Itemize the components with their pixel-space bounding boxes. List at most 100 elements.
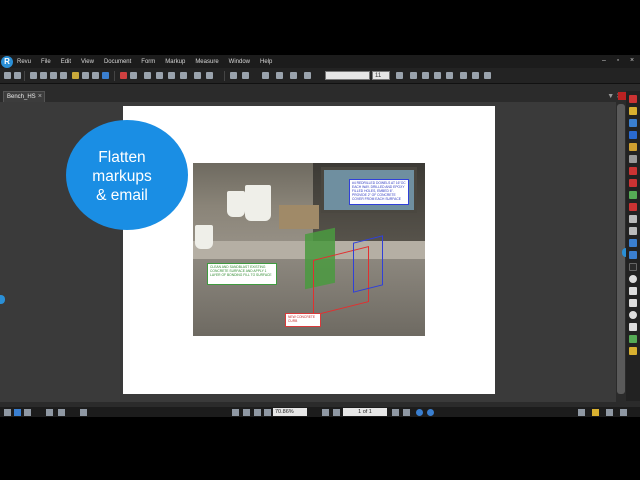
single-page-icon[interactable] xyxy=(4,409,11,416)
opacity-icon[interactable] xyxy=(180,72,187,79)
delete-icon[interactable] xyxy=(60,72,67,79)
align-left-icon[interactable] xyxy=(230,72,237,79)
font-family-select[interactable] xyxy=(325,71,370,80)
tab-close-icon[interactable]: × xyxy=(38,92,42,102)
copy-icon[interactable] xyxy=(40,72,47,79)
tab-bench-hs[interactable]: Bench_HS × xyxy=(3,91,45,102)
cloud-icon[interactable] xyxy=(629,179,637,187)
text-align-icon[interactable] xyxy=(290,72,297,79)
highlight-icon[interactable] xyxy=(72,72,79,79)
arrow-style-icon[interactable] xyxy=(242,72,249,79)
left-panel-toggle[interactable] xyxy=(0,295,5,304)
panel-icon[interactable] xyxy=(620,409,627,416)
pan-hand-icon[interactable] xyxy=(232,409,239,416)
two-page-icon[interactable] xyxy=(24,409,31,416)
hexagon-icon[interactable] xyxy=(629,323,637,331)
redo-icon[interactable] xyxy=(14,72,21,79)
callout-icon[interactable] xyxy=(629,215,637,223)
textbox-icon[interactable] xyxy=(629,227,637,235)
select-icon[interactable] xyxy=(102,72,109,79)
menu-window[interactable]: Window xyxy=(229,59,250,65)
continuous-page-icon[interactable] xyxy=(14,409,21,416)
snapshot-icon[interactable] xyxy=(92,72,99,79)
sync-icon[interactable] xyxy=(80,409,87,416)
zoom-level-field[interactable]: 70.86% xyxy=(273,408,307,416)
cut-icon[interactable] xyxy=(30,72,37,79)
line-end-icon[interactable] xyxy=(206,72,213,79)
callout-curb[interactable]: NEW CONCRETE CURB xyxy=(285,313,321,327)
dowel-markup[interactable] xyxy=(353,235,383,293)
pdf-icon[interactable] xyxy=(120,72,127,79)
text-center-icon[interactable] xyxy=(472,72,479,79)
user-icon[interactable] xyxy=(578,409,585,416)
text-left-icon[interactable] xyxy=(460,72,467,79)
text-color-icon[interactable] xyxy=(396,72,403,79)
menu-help[interactable]: Help xyxy=(260,59,272,65)
menu-measure[interactable]: Measure xyxy=(195,59,218,65)
line-width-icon[interactable] xyxy=(194,72,201,79)
previous-view-icon[interactable] xyxy=(416,409,423,416)
highlighter-icon[interactable] xyxy=(629,143,637,151)
select-arrow-icon[interactable] xyxy=(243,409,250,416)
zoom-fit-icon[interactable] xyxy=(264,409,271,416)
menu-view[interactable]: View xyxy=(81,59,94,65)
eraser-icon[interactable] xyxy=(629,155,637,163)
settings-icon[interactable] xyxy=(606,409,613,416)
ellipse-icon[interactable] xyxy=(629,275,637,283)
markup-list-icon[interactable] xyxy=(629,95,637,103)
bold-icon[interactable] xyxy=(410,72,417,79)
menu-markup[interactable]: Markup xyxy=(165,59,185,65)
italic-icon[interactable] xyxy=(422,72,429,79)
menu-revu[interactable]: Revu xyxy=(17,59,31,65)
layers-icon[interactable] xyxy=(629,347,637,355)
menu-file[interactable]: File xyxy=(41,59,51,65)
snapshot-tool-icon[interactable] xyxy=(629,263,637,271)
split-horizontal-icon[interactable] xyxy=(46,409,53,416)
distribute-icon[interactable] xyxy=(276,72,283,79)
undo-icon[interactable] xyxy=(4,72,11,79)
previous-page-icon[interactable] xyxy=(333,409,340,416)
line-color-icon[interactable] xyxy=(168,72,175,79)
minimize-icon[interactable]: – xyxy=(600,57,608,65)
link-icon[interactable] xyxy=(629,251,637,259)
split-vertical-icon[interactable] xyxy=(58,409,65,416)
shape-icon[interactable] xyxy=(629,167,637,175)
menu-document[interactable]: Document xyxy=(104,59,131,65)
last-page-icon[interactable] xyxy=(403,409,410,416)
polygon-icon[interactable] xyxy=(629,191,637,199)
note-icon[interactable] xyxy=(629,107,637,115)
menu-form[interactable]: Form xyxy=(141,59,155,65)
properties-panel-icon[interactable] xyxy=(629,119,637,127)
rectangle-icon[interactable] xyxy=(629,287,637,295)
notification-icon[interactable] xyxy=(592,409,599,416)
stamp-icon[interactable] xyxy=(82,72,89,79)
fill-icon[interactable] xyxy=(156,72,163,79)
stamp-tool-icon[interactable] xyxy=(629,299,637,307)
maximize-icon[interactable]: ▫ xyxy=(614,57,622,65)
first-page-icon[interactable] xyxy=(322,409,329,416)
revu-logo-icon[interactable]: R xyxy=(1,55,13,68)
strikethrough-icon[interactable] xyxy=(446,72,453,79)
font-size-select[interactable]: 11 xyxy=(372,71,390,80)
align-center-icon[interactable] xyxy=(262,72,269,79)
close-icon[interactable]: × xyxy=(628,57,636,65)
pen-icon[interactable] xyxy=(629,131,637,139)
line-style-icon[interactable] xyxy=(144,72,151,79)
panel-close-icon[interactable] xyxy=(618,92,626,100)
list-icon[interactable] xyxy=(304,72,311,79)
arrow-icon[interactable] xyxy=(629,203,637,211)
page-number-field[interactable]: 1 of 1 xyxy=(343,408,387,416)
menu-edit[interactable]: Edit xyxy=(61,59,71,65)
next-page-icon[interactable] xyxy=(392,409,399,416)
zoom-icon[interactable] xyxy=(254,409,261,416)
callout-dowels[interactable]: #4 REDRILLED DOWELS AT 16"OC EACH WAY. D… xyxy=(349,179,409,205)
legend-icon[interactable] xyxy=(629,335,637,343)
paste-icon[interactable] xyxy=(50,72,57,79)
text-right-icon[interactable] xyxy=(484,72,491,79)
measure-icon[interactable] xyxy=(629,239,637,247)
circle-icon[interactable] xyxy=(629,311,637,319)
underline-icon[interactable] xyxy=(434,72,441,79)
callout-bonding[interactable]: CLEAN AND SANDBLAST EXISTING CONCRETE SU… xyxy=(207,263,277,285)
next-view-icon[interactable] xyxy=(427,409,434,416)
properties-icon[interactable] xyxy=(130,72,137,79)
